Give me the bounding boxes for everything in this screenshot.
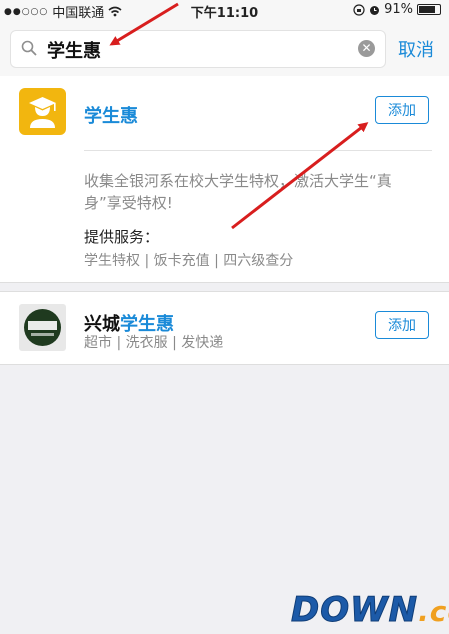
add-button[interactable]: 添加 [375,311,429,339]
result-card-xueshenghui[interactable]: 学生惠 添加 收集全银河系在校大学生特权，激活大学生“真身”享受特权! 提供服务… [0,76,449,283]
status-bar: ●●○○○ 中国联通 下午11:10 91% [0,0,449,21]
add-button[interactable]: 添加 [375,96,429,124]
cancel-button[interactable]: 取消 [398,36,434,62]
graduate-avatar-icon [19,88,66,135]
result-description: 收集全银河系在校大学生特权，激活大学生“真身”享受特权! [84,172,392,212]
down-cc-watermark: DOWN.cc [290,590,449,631]
alarm-icon [370,5,380,15]
services-label: 提供服务： [84,228,160,246]
orientation-lock-icon [353,3,365,16]
search-bar: 学生惠 ✕ 取消 [0,20,449,77]
status-right: 91% [353,2,441,17]
services-list: 学生特权 | 饭卡充值 | 四六级查分 [84,253,294,269]
xingcheng-logo-icon [19,304,66,351]
battery-percent: 91% [384,2,413,17]
search-input[interactable]: 学生惠 ✕ [10,30,386,68]
battery-icon [417,4,441,15]
clear-icon[interactable]: ✕ [358,40,375,57]
search-icon [21,40,37,56]
result-tags: 超市 | 洗衣服 | 发快递 [84,335,224,351]
result-card-xingcheng[interactable]: 兴城学生惠 超市 | 洗衣服 | 发快递 添加 [0,291,449,365]
divider [84,150,432,151]
result-name: 学生惠 [84,106,138,127]
search-query-text: 学生惠 [47,41,101,62]
